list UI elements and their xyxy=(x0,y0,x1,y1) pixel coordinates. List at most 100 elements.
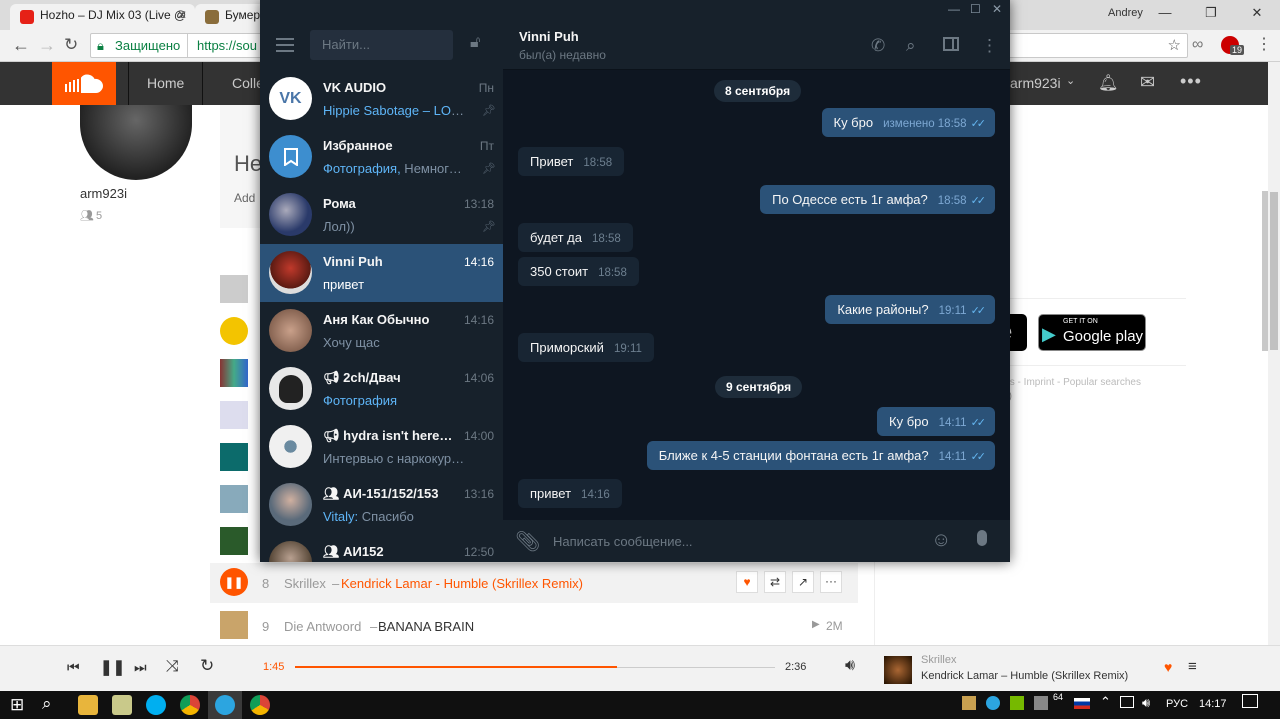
emoji-icon[interactable]: ☺ xyxy=(931,529,951,552)
message-in[interactable]: 350 стоит 18:58 xyxy=(518,257,639,286)
network-icon[interactable] xyxy=(1120,696,1134,708)
search-input[interactable]: Найти... xyxy=(310,30,453,60)
now-playing-artwork[interactable] xyxy=(884,656,912,684)
message-out[interactable]: По Одессе есть 1г амфа? 18:58 ✓✓ xyxy=(760,185,995,214)
like-heart-icon[interactable]: ♥ xyxy=(1164,659,1172,675)
track-title[interactable]: BANANA BRAIN xyxy=(378,619,474,634)
track-thumb[interactable] xyxy=(220,317,248,345)
tg-close-icon[interactable]: ✕ xyxy=(992,2,1002,16)
notifications-icon[interactable] xyxy=(1242,694,1258,708)
chat-item-anya[interactable]: Аня Как Обычно 14:16 Хочу щас xyxy=(260,302,503,360)
chrome-icon[interactable] xyxy=(250,695,270,715)
track-thumb[interactable] xyxy=(220,443,248,471)
chat-item-2ch[interactable]: 📢︎ 2ch/Двач 14:06 Фотография xyxy=(260,360,503,418)
nav-home[interactable]: Home xyxy=(128,62,204,105)
clock[interactable]: 14:17 xyxy=(1199,698,1227,710)
restore-icon[interactable]: ❐ xyxy=(1188,0,1234,28)
chat-item-hydra[interactable]: 📢︎ hydra isn't here b... 14:00 Интервью … xyxy=(260,418,503,476)
footer-links[interactable]: ies - Imprint - Popular searches xyxy=(1002,377,1141,388)
sidebar-toggle-icon[interactable] xyxy=(943,37,959,51)
track-thumb[interactable] xyxy=(220,359,248,387)
close-window-icon[interactable]: ✕ xyxy=(1234,0,1280,28)
shuffle-icon[interactable]: ⤨ xyxy=(166,658,179,676)
more-options-icon[interactable]: ⋮ xyxy=(981,36,998,56)
tray-app-icon[interactable] xyxy=(962,696,976,710)
notifications-bell-icon[interactable]: 🔔︎ xyxy=(1098,73,1118,93)
repost-icon[interactable]: ⇄ xyxy=(764,571,786,593)
tray-nvidia-icon[interactable] xyxy=(1010,696,1024,710)
message-out[interactable]: Какие районы? 19:11 ✓✓ xyxy=(825,295,995,324)
tray-expand-icon[interactable]: ⌃ xyxy=(1100,694,1111,710)
progress-track[interactable] xyxy=(295,666,775,668)
chat-item-saved[interactable]: Избранное Пт Фотография, Немного ... 📌︎ xyxy=(260,128,503,186)
hamburger-menu-icon[interactable] xyxy=(276,38,294,52)
messages-envelope-icon[interactable]: ✉ xyxy=(1140,72,1155,93)
file-explorer-icon[interactable] xyxy=(78,695,98,715)
header-username[interactable]: arm923i xyxy=(1010,75,1061,91)
tg-minimize-icon[interactable]: — xyxy=(948,2,960,16)
microphone-icon[interactable] xyxy=(977,530,987,546)
message-out[interactable]: Ку бро 14:11 ✓✓ xyxy=(877,407,995,436)
phone-call-icon[interactable]: ✆ xyxy=(871,36,885,56)
volume-icon[interactable]: 🔊︎ xyxy=(1142,695,1150,711)
reload-icon[interactable]: ↻ xyxy=(64,35,78,55)
skype-icon[interactable] xyxy=(146,695,166,715)
track-row[interactable]: ❚❚ 8 Skrillex – Kendrick Lamar - Humble … xyxy=(210,563,858,603)
profile-avatar[interactable] xyxy=(80,105,192,180)
chat-item-ai-151[interactable]: 👥︎ АИ-151/152/153 13:16 Vitaly: Спасибо xyxy=(260,476,503,534)
profile-name[interactable]: Andrey xyxy=(1108,7,1143,19)
track-thumb[interactable] xyxy=(220,485,248,513)
next-icon[interactable]: ⏭︎ xyxy=(134,659,147,676)
message-input[interactable]: Написать сообщение... xyxy=(553,534,693,549)
tray-app-icon[interactable] xyxy=(1034,696,1048,710)
extension-infinity-icon[interactable]: ∞ xyxy=(1192,35,1203,55)
input-language[interactable]: РУС xyxy=(1166,698,1188,710)
chat-item-vk-audio[interactable]: VK VK AUDIO Пн Hippie Sabotage – LOVE...… xyxy=(260,70,503,128)
message-in[interactable]: Приморский 19:11 xyxy=(518,333,654,362)
repeat-icon[interactable]: ↻ xyxy=(200,656,214,676)
tg-maximize-icon[interactable]: ☐ xyxy=(970,2,981,16)
chrome-menu-icon[interactable]: ⋮ xyxy=(1256,35,1272,55)
volume-icon[interactable]: 🔊︎ xyxy=(845,657,855,675)
track-thumb[interactable] xyxy=(220,527,248,555)
telegram-icon[interactable] xyxy=(215,695,235,715)
track-artist[interactable]: Skrillex xyxy=(284,576,326,591)
close-tab-icon[interactable]: ✕ xyxy=(177,8,187,22)
track-thumb[interactable] xyxy=(220,611,248,639)
track-title[interactable]: Kendrick Lamar - Humble (Skrillex Remix) xyxy=(341,576,583,591)
browser-tab-soundcloud[interactable]: Hozho – DJ Mix 03 (Live @ ✕ xyxy=(10,4,195,30)
chat-item-vinni-puh[interactable]: Vinni Puh 14:16 привет xyxy=(260,244,503,302)
back-icon[interactable]: ← xyxy=(12,35,30,55)
soundcloud-logo-icon[interactable] xyxy=(52,62,116,105)
share-icon[interactable]: ↗ xyxy=(792,571,814,593)
forward-icon[interactable]: → xyxy=(38,35,56,55)
pause-icon[interactable]: ❚❚ xyxy=(100,658,125,676)
bookmark-star-icon[interactable]: ☆ xyxy=(1168,34,1181,57)
track-artist[interactable]: Die Antwoord xyxy=(284,619,361,634)
language-flag-icon[interactable] xyxy=(1074,698,1090,709)
track-row[interactable]: 9 Die Antwoord – BANANA BRAIN ▶ 2M xyxy=(210,605,858,645)
browser-tab-bumer[interactable]: Бумер – xyxy=(195,4,265,30)
chrome-icon[interactable] xyxy=(180,695,200,715)
now-playing-title[interactable]: Kendrick Lamar – Humble (Skrillex Remix) xyxy=(921,670,1128,682)
more-icon[interactable]: ••• xyxy=(1180,71,1202,92)
now-playing-artist[interactable]: Skrillex xyxy=(921,654,956,666)
message-out[interactable]: Ближе к 4-5 станции фонтана есть 1г амфа… xyxy=(646,441,995,470)
track-thumb[interactable] xyxy=(220,275,248,303)
tray-telegram-icon[interactable] xyxy=(986,696,1000,710)
notepad-icon[interactable] xyxy=(112,695,132,715)
message-in[interactable]: привет 14:16 xyxy=(518,479,622,508)
minimize-icon[interactable]: — xyxy=(1142,0,1188,28)
track-thumb[interactable] xyxy=(220,401,248,429)
message-in[interactable]: будет да 18:58 xyxy=(518,223,633,252)
like-heart-icon[interactable]: ♥ xyxy=(736,571,758,593)
chat-item-roma[interactable]: Рома 13:18 Лол)) 📌︎ xyxy=(260,186,503,244)
message-out[interactable]: Ку бро изменено 18:58 ✓✓ xyxy=(821,108,995,137)
chat-item-ai-152[interactable]: 👥︎ АИ152 12:50 xyxy=(260,534,503,562)
more-actions-icon[interactable]: ··· xyxy=(820,571,842,593)
chevron-down-icon[interactable]: ⌄ xyxy=(1066,74,1075,87)
queue-icon[interactable]: ≡ xyxy=(1188,658,1197,675)
page-scrollbar-thumb[interactable] xyxy=(1270,192,1278,350)
page-scrollbar[interactable] xyxy=(1268,62,1280,645)
previous-icon[interactable]: ⏮︎ xyxy=(67,659,80,676)
